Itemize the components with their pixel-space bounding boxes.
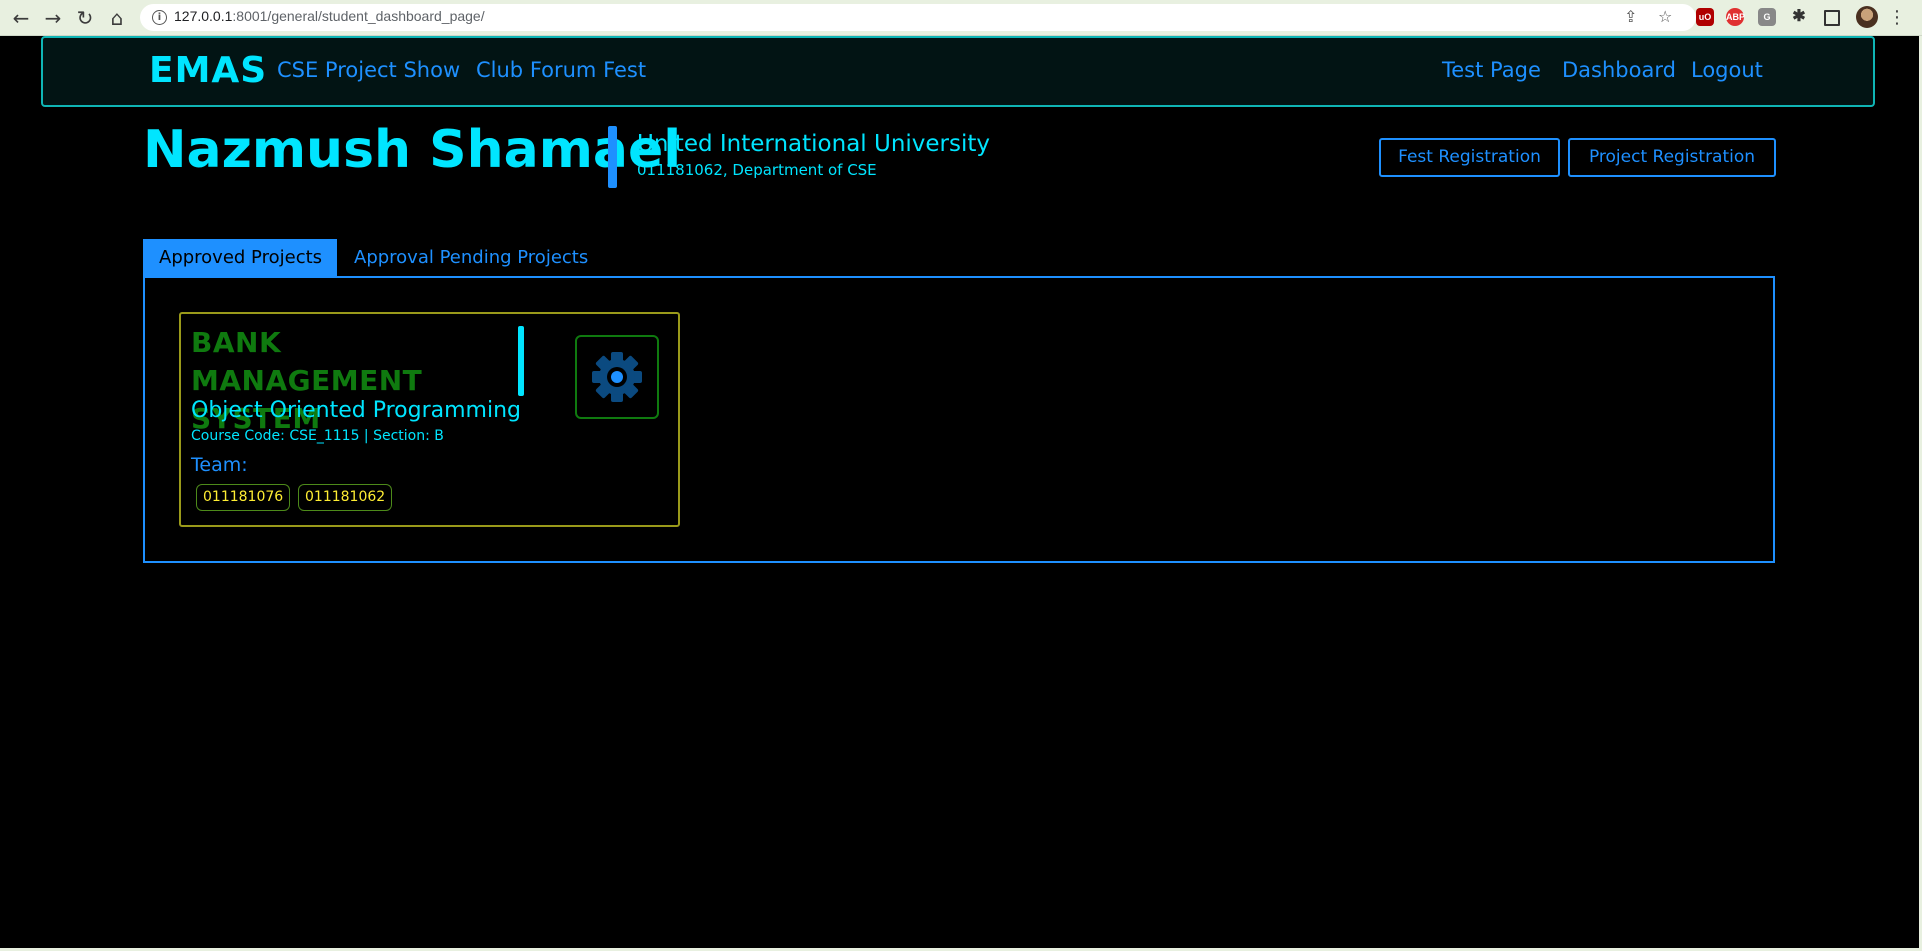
nav-link-club-forum-fest[interactable]: Club Forum Fest	[476, 58, 646, 82]
course-name: Object Oriented Programming	[191, 398, 521, 423]
back-icon[interactable]: ←	[8, 5, 34, 31]
profile-avatar[interactable]	[1856, 6, 1878, 28]
site-navbar: EMAS CSE Project Show Club Forum Fest Te…	[41, 36, 1875, 107]
team-member-badge: 011181062	[298, 484, 393, 511]
team-label: Team:	[191, 454, 248, 476]
project-settings-button[interactable]	[575, 335, 659, 419]
browser-toolbar: ← → ↻ ⌂ i 127.0.0.1:8001/general/student…	[0, 0, 1922, 36]
project-registration-button[interactable]: Project Registration	[1568, 138, 1776, 177]
share-icon[interactable]: ⇪	[1624, 7, 1637, 26]
reload-icon[interactable]: ↻	[72, 5, 98, 31]
site-info-icon[interactable]: i	[152, 10, 167, 25]
browser-menu-icon[interactable]: ⋮	[1884, 5, 1910, 31]
university-name: United International University	[637, 131, 991, 157]
project-card: BANK MANAGEMENT SYSTEM Object Oriented P…	[179, 312, 680, 527]
brand-logo[interactable]: EMAS	[149, 50, 267, 91]
course-code-section: Course Code: CSE_1115 | Section: B	[191, 428, 444, 444]
team-member-badge: 011181076	[196, 484, 291, 511]
home-icon[interactable]: ⌂	[104, 5, 130, 31]
tab-approval-pending-projects[interactable]: Approval Pending Projects	[337, 239, 604, 276]
nav-link-dashboard[interactable]: Dashboard	[1562, 58, 1676, 82]
card-divider	[518, 326, 524, 396]
tab-approved-projects[interactable]: Approved Projects	[143, 239, 337, 276]
url-path: :8001/general/student_dashboard_page/	[232, 8, 485, 24]
fest-registration-button[interactable]: Fest Registration	[1379, 138, 1560, 177]
gear-icon	[592, 352, 642, 402]
adblock-plus-extension-icon[interactable]: ABP	[1726, 8, 1745, 26]
address-url[interactable]: 127.0.0.1:8001/general/student_dashboard…	[174, 8, 485, 24]
header-divider	[608, 126, 617, 188]
forward-icon[interactable]: →	[40, 5, 66, 31]
g-extension-icon[interactable]: G	[1758, 8, 1776, 26]
ublock-extension-icon[interactable]: uO	[1696, 8, 1714, 26]
side-panel-icon[interactable]	[1824, 10, 1840, 26]
nav-link-test-page[interactable]: Test Page	[1442, 58, 1541, 82]
address-bar[interactable]: i 127.0.0.1:8001/general/student_dashboa…	[140, 4, 1696, 31]
nav-link-cse-project-show[interactable]: CSE Project Show	[277, 58, 460, 82]
extensions-puzzle-icon[interactable]: ✱	[1790, 8, 1808, 26]
nav-link-logout[interactable]: Logout	[1691, 58, 1763, 82]
bookmark-star-icon[interactable]: ☆	[1658, 7, 1672, 26]
url-host: 127.0.0.1	[174, 8, 233, 24]
student-id-department: 011181062, Department of CSE	[637, 161, 877, 179]
student-name: Nazmush Shamael	[143, 120, 682, 180]
